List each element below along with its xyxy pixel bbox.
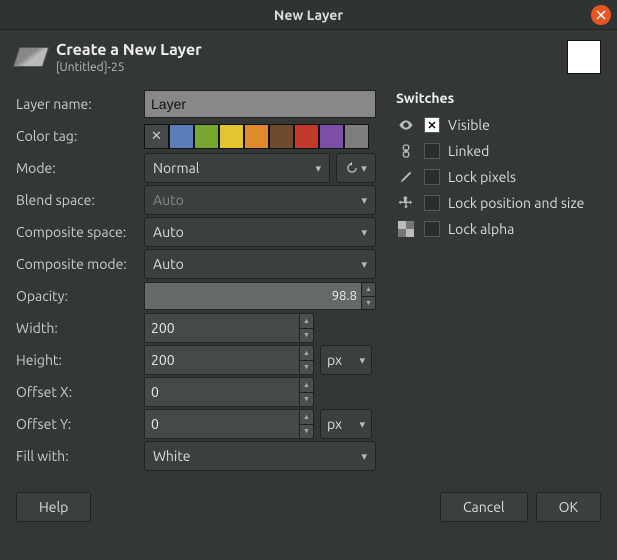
opacity-value: 98.8 [332,289,357,303]
blend-space-label: Blend space: [16,192,144,208]
cancel-button[interactable]: Cancel [440,492,528,522]
mode-reset-button[interactable]: ▾ [336,153,376,183]
ok-button[interactable]: OK [536,492,601,522]
help-button[interactable]: Help [16,492,91,522]
color-tag-none[interactable] [144,124,169,149]
lock-pixels-label: Lock pixels [448,169,516,185]
color-tag-red[interactable] [294,124,319,149]
height-up[interactable]: ▲ [299,346,313,361]
checker-icon [396,221,416,237]
dialog-title: Create a New Layer [56,41,567,59]
fill-with-value: White [153,448,191,464]
width-up[interactable]: ▲ [299,314,313,329]
blend-space-value: Auto [153,192,184,208]
chevron-down-icon: ▾ [361,194,367,207]
composite-space-label: Composite space: [16,224,144,240]
composite-mode-select[interactable]: Auto ▾ [144,249,376,279]
lock-alpha-label: Lock alpha [448,221,514,237]
offset-x-up[interactable]: ▲ [299,378,313,393]
fill-with-select[interactable]: White ▾ [144,441,376,471]
visible-checkbox[interactable] [424,117,440,133]
chevron-down-icon: ▾ [315,162,321,175]
linked-label: Linked [448,143,489,159]
color-tag-blue[interactable] [169,124,194,149]
link-icon [396,143,416,159]
offset-x-down[interactable]: ▼ [299,393,313,407]
move-icon [396,195,416,211]
offset-x-value: 0 [145,384,299,400]
window-title: New Layer [0,7,617,23]
height-value: 200 [145,352,299,368]
chevron-down-icon: ▾ [359,354,365,367]
visible-label: Visible [448,117,490,133]
offset-y-label: Offset Y: [16,416,144,432]
chevron-down-icon: ▾ [361,162,367,175]
opacity-down[interactable]: ▼ [361,297,375,310]
eye-icon [396,117,416,133]
layer-name-input[interactable] [144,90,376,118]
xy-unit-select[interactable]: px ▾ [320,409,372,439]
chevron-down-icon: ▾ [359,418,365,431]
width-value: 200 [145,320,299,336]
color-tag-swatches [144,124,376,149]
opacity-slider[interactable]: 98.8 ▲ ▼ [144,282,376,310]
layer-name-label: Layer name: [16,96,144,112]
offset-y-up[interactable]: ▲ [299,410,313,425]
switches-title: Switches [396,90,601,106]
color-tag-orange[interactable] [244,124,269,149]
width-input[interactable]: 200 ▲▼ [144,313,314,343]
lock-position-label: Lock position and size [448,195,584,211]
composite-mode-label: Composite mode: [16,256,144,272]
height-label: Height: [16,352,144,368]
preview-swatch [567,40,601,74]
brush-icon [396,169,416,185]
color-tag-brown[interactable] [269,124,294,149]
color-tag-gray[interactable] [344,124,369,149]
chevron-down-icon: ▾ [361,450,367,463]
mode-value: Normal [153,160,199,176]
color-tag-yellow[interactable] [219,124,244,149]
wh-unit-select[interactable]: px ▾ [320,345,372,375]
lock-position-checkbox[interactable] [424,195,440,211]
opacity-up[interactable]: ▲ [361,283,375,297]
height-input[interactable]: 200 ▲▼ [144,345,314,375]
color-tag-label: Color tag: [16,128,144,144]
composite-mode-value: Auto [153,256,184,272]
opacity-label: Opacity: [16,288,144,304]
linked-checkbox[interactable] [424,143,440,159]
offset-x-label: Offset X: [16,384,144,400]
dialog-subtitle: [Untitled]-25 [56,61,567,74]
width-label: Width: [16,320,144,336]
height-down[interactable]: ▼ [299,361,313,375]
wh-unit-value: px [327,352,342,368]
mode-label: Mode: [16,160,144,176]
offset-y-input[interactable]: 0 ▲▼ [144,409,314,439]
offset-y-down[interactable]: ▼ [299,425,313,439]
close-button[interactable] [591,5,611,25]
color-tag-green[interactable] [194,124,219,149]
fill-with-label: Fill with: [16,448,144,464]
lock-alpha-checkbox[interactable] [424,221,440,237]
lock-pixels-checkbox[interactable] [424,169,440,185]
offset-y-value: 0 [145,416,299,432]
color-tag-violet[interactable] [319,124,344,149]
composite-space-value: Auto [153,224,184,240]
layer-icon [13,47,49,67]
mode-select[interactable]: Normal ▾ [144,153,330,183]
chevron-down-icon: ▾ [361,226,367,239]
chevron-down-icon: ▾ [361,258,367,271]
composite-space-select[interactable]: Auto ▾ [144,217,376,247]
blend-space-select[interactable]: Auto ▾ [144,185,376,215]
width-down[interactable]: ▼ [299,329,313,343]
xy-unit-value: px [327,416,342,432]
offset-x-input[interactable]: 0 ▲▼ [144,377,314,407]
